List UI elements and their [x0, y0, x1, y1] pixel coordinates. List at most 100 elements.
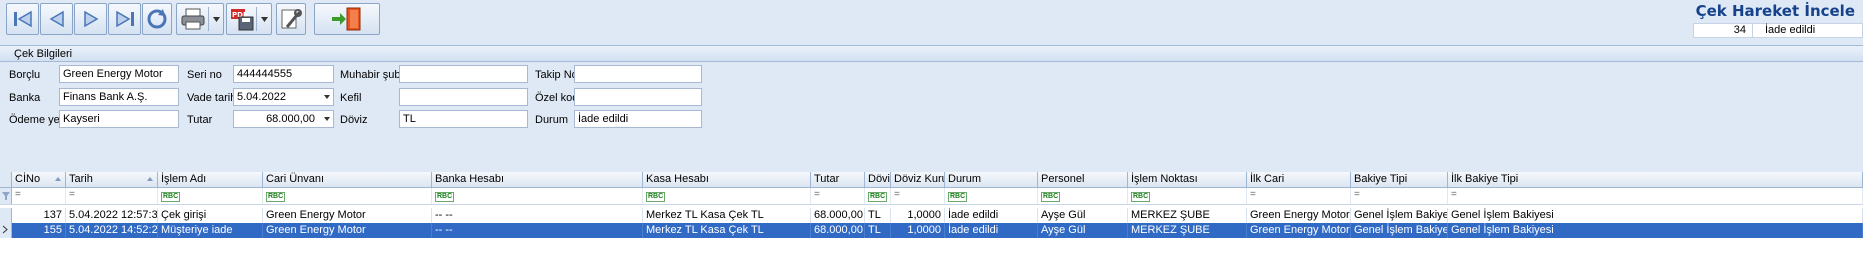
column-header-bakiye-tipi[interactable]: Bakiye Tipi — [1351, 172, 1448, 187]
toolbar: PDF Çek Hareket İncele 34 İade edildi — [0, 0, 1863, 40]
column-header-kasa-hesabi[interactable]: Kasa Hesabı — [643, 172, 811, 187]
cell-ilk-bakiye-tipi: Genel İşlem Bakiyesi — [1448, 208, 1863, 223]
chevron-down-icon — [261, 17, 268, 22]
tutar-field[interactable]: 68.000,00 — [233, 110, 334, 128]
filter-tutar[interactable]: = — [811, 188, 865, 204]
sort-asc-icon — [55, 177, 61, 181]
ozel-kod-field[interactable] — [574, 88, 702, 106]
status-row: 34 İade edildi — [1693, 23, 1863, 38]
filter-contains-icon: RBC — [1131, 192, 1151, 202]
first-record-icon — [13, 10, 32, 28]
cell-islem-noktasi: MERKEZ ŞUBE — [1128, 208, 1247, 223]
filter-personel[interactable]: RBC — [1038, 188, 1128, 204]
seri-no-field[interactable]: 444444555 — [233, 65, 334, 83]
status-text: İade edildi — [1753, 23, 1863, 38]
filter-ilk-cari[interactable]: = — [1247, 188, 1351, 204]
filter-tarih[interactable]: = — [66, 188, 158, 204]
column-header-doviz-kuru[interactable]: Döviz Kuru — [891, 172, 945, 187]
column-header-ilk-cari[interactable]: İlk Cari — [1247, 172, 1351, 187]
row-indicator — [0, 223, 12, 238]
tools-button[interactable] — [276, 3, 306, 35]
cell-doviz: TL — [865, 208, 891, 223]
cell-ilk-bakiye-tipi: Genel İşlem Bakiyesi — [1448, 223, 1863, 238]
grid-header: CİNo Tarih İşlem Adı Cari Ünvanı Banka H… — [0, 172, 1863, 188]
cell-doviz-kuru: 1,0000 — [891, 223, 945, 238]
column-header-tutar[interactable]: Tutar — [811, 172, 865, 187]
column-header-cari-unvani[interactable]: Cari Ünvanı — [263, 172, 432, 187]
cell-bakiye-tipi: Genel İşlem Bakiyesi — [1351, 208, 1448, 223]
table-row-selected[interactable]: 155 5.04.2022 14:52:24 Müşteriye iade Gr… — [0, 223, 1863, 238]
exit-button[interactable] — [314, 3, 380, 35]
filter-durum[interactable]: RBC — [945, 188, 1038, 204]
filter-contains-icon: RBC — [161, 192, 181, 202]
column-header-cino[interactable]: CİNo — [12, 172, 66, 187]
table-row[interactable]: 137 5.04.2022 12:57:31 Çek girişi Green … — [0, 208, 1863, 223]
filter-doviz[interactable]: RBC — [865, 188, 891, 204]
cell-kasa-hesabi: Merkez TL Kasa Çek TL — [643, 208, 811, 223]
borclu-label: Borçlu — [9, 69, 41, 81]
filter-row-indicator — [0, 188, 12, 204]
tutar-value: 68.000,00 — [266, 113, 315, 125]
filter-contains-icon: RBC — [948, 192, 968, 202]
tutar-label: Tutar — [187, 114, 213, 126]
cell-kasa-hesabi: Merkez TL Kasa Çek TL — [643, 223, 811, 238]
group-header: Çek Bilgileri — [0, 46, 1863, 62]
cell-tutar: 68.000,00 — [811, 223, 865, 238]
exit-door-icon — [332, 7, 361, 31]
filter-contains-icon: RBC — [646, 192, 666, 202]
muhabir-sube-label: Muhabir şube — [340, 69, 407, 81]
column-header-islem-noktasi[interactable]: İşlem Noktası — [1128, 172, 1247, 187]
column-header-ilk-bakiye-tipi[interactable]: İlk Bakiye Tipi — [1448, 172, 1863, 187]
vade-tarihi-label: Vade tarihi — [187, 92, 239, 104]
filter-ilk-bakiye-tipi[interactable]: = — [1448, 188, 1863, 204]
vade-tarihi-field[interactable]: 5.04.2022 — [233, 88, 334, 106]
cell-bakiye-tipi: Genel İşlem Bakiyesi — [1351, 223, 1448, 238]
takip-no-field[interactable] — [574, 65, 702, 83]
row-indicator-header — [0, 172, 12, 187]
prev-record-icon — [49, 10, 64, 28]
filter-kasa-hesabi[interactable]: RBC — [643, 188, 811, 204]
chevron-down-icon[interactable] — [324, 95, 330, 99]
separator — [256, 7, 257, 31]
durum-field[interactable]: İade edildi — [574, 110, 702, 128]
muhabir-sube-field[interactable] — [399, 65, 528, 83]
chevron-down-icon[interactable] — [324, 117, 330, 121]
column-header-islem-adi[interactable]: İşlem Adı — [158, 172, 263, 187]
filter-bakiye-tipi[interactable]: = — [1351, 188, 1448, 204]
cell-personel: Ayşe Gül — [1038, 208, 1128, 223]
cell-cari-unvani: Green Energy Motor — [263, 223, 432, 238]
vade-tarihi-value: 5.04.2022 — [237, 91, 286, 103]
cell-durum: İade edildi — [945, 208, 1038, 223]
odeme-yeri-field[interactable]: Kayseri — [59, 110, 179, 128]
column-header-banka-hesabi[interactable]: Banka Hesabı — [432, 172, 643, 187]
borclu-field[interactable]: Green Energy Motor — [59, 65, 179, 83]
filter-doviz-kuru[interactable]: = — [891, 188, 945, 204]
filter-contains-icon: RBC — [266, 192, 286, 202]
filter-islem-noktasi[interactable]: RBC — [1128, 188, 1247, 204]
banka-field[interactable]: Finans Bank A.Ş. — [59, 88, 179, 106]
prev-button[interactable] — [40, 3, 73, 35]
cell-ilk-cari: Green Energy Motor — [1247, 208, 1351, 223]
filter-banka-hesabi[interactable]: RBC — [432, 188, 643, 204]
column-header-doviz[interactable]: Döviz — [865, 172, 891, 187]
filter-cari-unvani[interactable]: RBC — [263, 188, 432, 204]
refresh-button[interactable] — [142, 3, 172, 35]
pdf-button[interactable]: PDF — [226, 3, 272, 35]
filter-cino[interactable]: = — [12, 188, 66, 204]
printer-icon — [181, 8, 205, 30]
column-header-durum[interactable]: Durum — [945, 172, 1038, 187]
print-button[interactable] — [176, 3, 224, 35]
ozel-kod-label: Özel kod — [535, 92, 579, 104]
kefil-field[interactable] — [399, 88, 528, 106]
column-header-tarih[interactable]: Tarih — [66, 172, 158, 187]
seri-no-label: Seri no — [187, 69, 222, 81]
chevron-down-icon — [213, 17, 220, 22]
filter-contains-icon: RBC — [435, 192, 455, 202]
last-button[interactable] — [108, 3, 141, 35]
column-header-personel[interactable]: Personel — [1038, 172, 1128, 187]
first-button[interactable] — [6, 3, 39, 35]
group-title: Çek Bilgileri — [14, 48, 73, 60]
doviz-field[interactable]: TL — [399, 110, 528, 128]
filter-islem-adi[interactable]: RBC — [158, 188, 263, 204]
next-button[interactable] — [74, 3, 107, 35]
